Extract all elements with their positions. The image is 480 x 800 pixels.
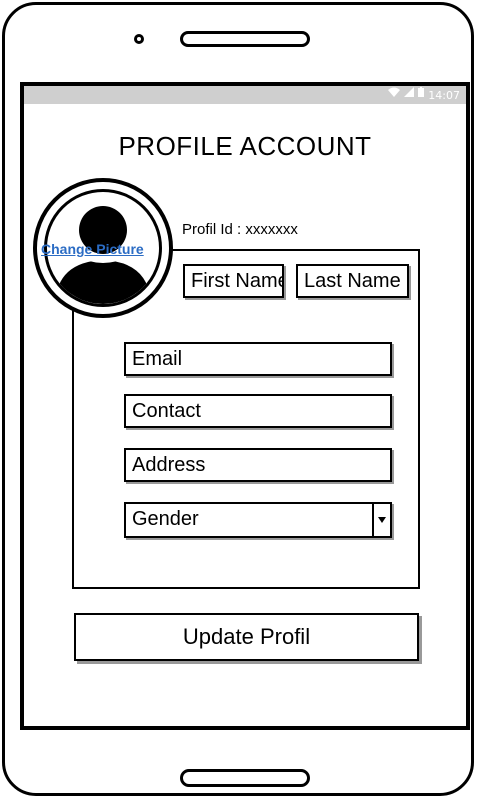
chevron-down-icon[interactable] <box>372 504 390 536</box>
last-name-field[interactable]: Last Name <box>296 264 409 298</box>
contact-field[interactable]: Contact <box>124 394 392 428</box>
email-field[interactable]: Email <box>124 342 392 376</box>
update-profile-button[interactable]: Update Profil <box>74 613 419 661</box>
speaker-grille <box>180 31 310 47</box>
signal-icon <box>404 86 415 104</box>
battery-icon <box>418 86 425 104</box>
page-title: PROFILE ACCOUNT <box>118 131 372 161</box>
phone-screen: 14:07 PROFILE ACCOUNT Profil Id : xxxxxx… <box>20 82 470 730</box>
phone-frame: 14:07 PROFILE ACCOUNT Profil Id : xxxxxx… <box>2 2 474 796</box>
gender-select[interactable]: Gender <box>124 502 392 538</box>
status-bar: 14:07 <box>24 86 466 104</box>
gender-select-value: Gender <box>132 508 199 530</box>
first-name-field[interactable]: First Name <box>183 264 284 298</box>
wifi-icon <box>388 86 401 104</box>
profile-id-label: Profil Id : xxxxxxx <box>182 221 298 238</box>
change-picture-link[interactable]: Change Picture <box>41 241 144 257</box>
home-button[interactable] <box>180 769 310 787</box>
status-time: 14:07 <box>428 88 460 102</box>
camera-icon <box>134 34 144 44</box>
address-field[interactable]: Address <box>124 448 392 482</box>
